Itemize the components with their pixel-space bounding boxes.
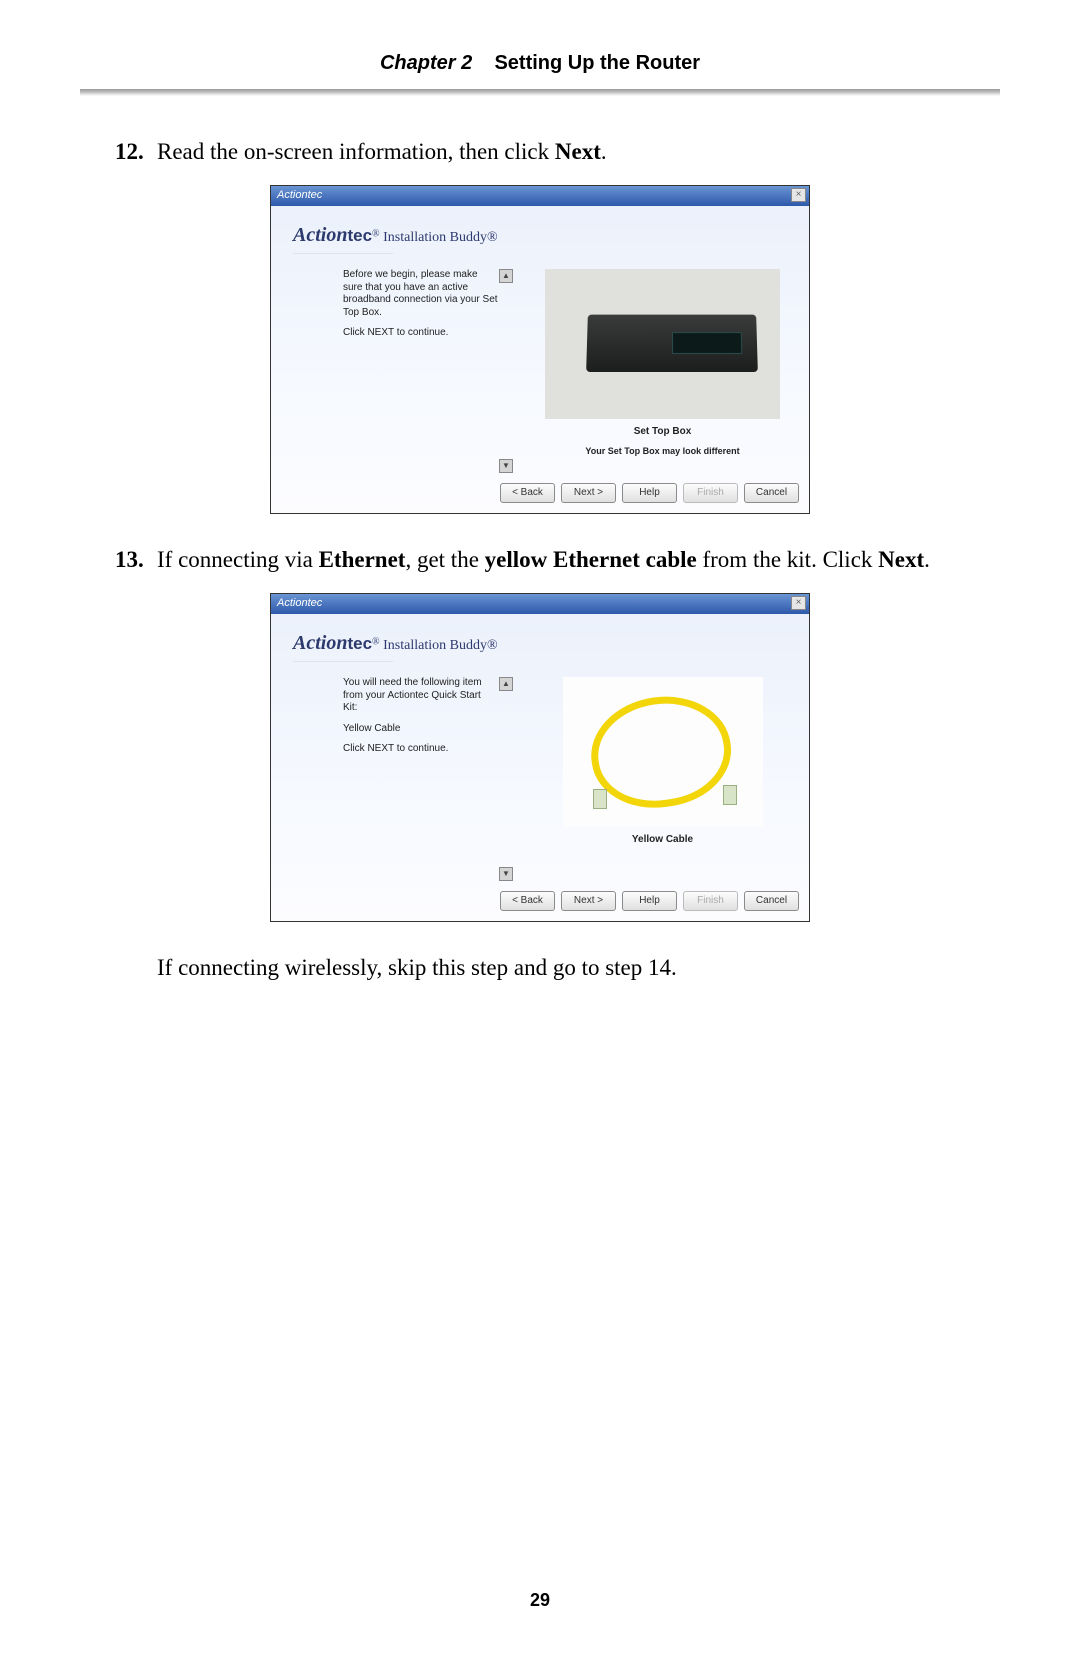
chapter-title: Setting Up the Router — [494, 52, 700, 74]
yellow-cable-photo — [563, 677, 763, 827]
instruction-text: Before we begin, please make sure that y… — [343, 269, 498, 473]
help-button[interactable]: Help — [622, 483, 677, 503]
screenshot-2: Actiontec × Actiontec® Installation Budd… — [270, 593, 810, 922]
page-number: 29 — [0, 1590, 1080, 1611]
finish-button: Finish — [683, 891, 738, 911]
brand-ib: Installation Buddy® — [380, 230, 498, 245]
button-row: < Back Next > Help Finish Cancel — [271, 477, 809, 513]
brand-script: Action — [293, 224, 347, 246]
scrollbar[interactable]: ▲ ▼ — [498, 269, 514, 473]
brand-script: Action — [293, 632, 347, 654]
header-rule — [80, 89, 1000, 96]
cancel-button[interactable]: Cancel — [744, 483, 799, 503]
back-button[interactable]: < Back — [500, 891, 555, 911]
brand-line: Actiontec® Installation Buddy® — [271, 206, 809, 253]
wireless-note: If connecting wirelessly, skip this step… — [157, 952, 965, 983]
brand-reg: ® — [372, 228, 380, 239]
photo-note: Your Set Top Box may look different — [585, 445, 739, 457]
titlebar-text: Actiontec — [277, 597, 322, 609]
next-button[interactable]: Next > — [561, 891, 616, 911]
set-top-box-photo — [545, 269, 780, 419]
brand-reg: ® — [372, 636, 380, 647]
screenshot-1: Actiontec × Actiontec® Installation Budd… — [270, 185, 810, 514]
step-text: If connecting via Ethernet, get the yell… — [157, 544, 965, 575]
step-number: 12. — [115, 136, 157, 167]
brand-line: Actiontec® Installation Buddy® — [271, 614, 809, 661]
cancel-button[interactable]: Cancel — [744, 891, 799, 911]
brand-underline — [293, 661, 393, 667]
instruction-text: You will need the following item from yo… — [343, 677, 498, 881]
scrollbar[interactable]: ▲ ▼ — [498, 677, 514, 881]
titlebar: Actiontec × — [271, 186, 809, 206]
brand-tec: tec — [347, 226, 372, 245]
next-button[interactable]: Next > — [561, 483, 616, 503]
step-text: Read the on-screen information, then cli… — [157, 136, 965, 167]
titlebar: Actiontec × — [271, 594, 809, 614]
brand-underline — [293, 253, 393, 259]
close-icon[interactable]: × — [791, 596, 806, 610]
brand-ib: Installation Buddy® — [380, 638, 498, 653]
chapter-label: Chapter 2 — [380, 52, 472, 74]
titlebar-text: Actiontec — [277, 189, 322, 201]
scroll-up-icon[interactable]: ▲ — [499, 269, 513, 283]
help-button[interactable]: Help — [622, 891, 677, 911]
step-13: 13. If connecting via Ethernet, get the … — [115, 544, 965, 575]
scroll-down-icon[interactable]: ▼ — [499, 867, 513, 881]
button-row: < Back Next > Help Finish Cancel — [271, 885, 809, 921]
step-12: 12. Read the on-screen information, then… — [115, 136, 965, 167]
finish-button: Finish — [683, 483, 738, 503]
step-number: 13. — [115, 544, 157, 575]
brand-tec: tec — [347, 634, 372, 653]
scroll-down-icon[interactable]: ▼ — [499, 459, 513, 473]
photo-caption: Set Top Box — [634, 425, 692, 439]
scroll-up-icon[interactable]: ▲ — [499, 677, 513, 691]
close-icon[interactable]: × — [791, 188, 806, 202]
photo-caption: Yellow Cable — [632, 833, 693, 847]
back-button[interactable]: < Back — [500, 483, 555, 503]
page-header: Chapter 2 Setting Up the Router — [0, 0, 1080, 75]
